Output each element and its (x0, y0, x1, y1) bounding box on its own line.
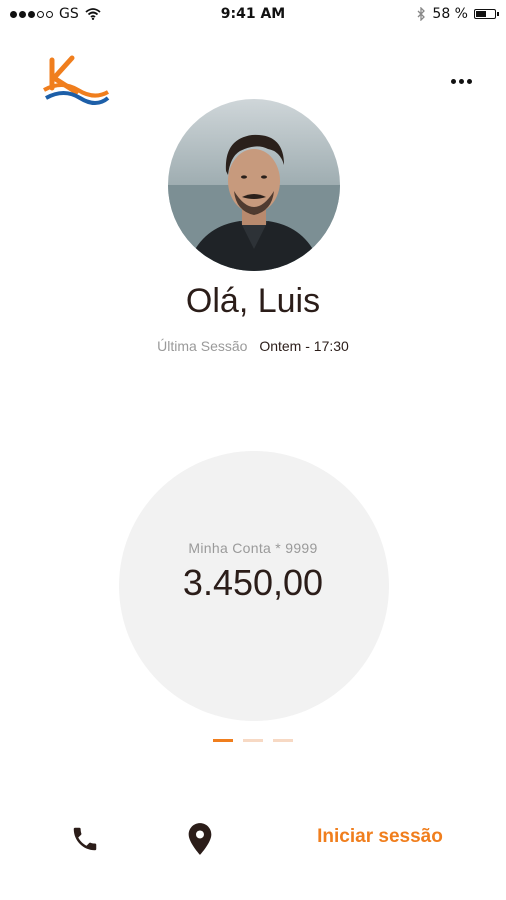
greeting-title: Olá, Luis (185, 282, 321, 320)
page-indicator (213, 739, 293, 742)
battery-percent: 58 % (432, 6, 468, 22)
status-bar: GS 9:41 AM 58 % (0, 0, 506, 30)
last-session-info: Última Sessão Ontem - 17:30 (0, 338, 506, 354)
status-right: 58 % (417, 6, 499, 22)
page-indicator-dot-1[interactable] (213, 739, 233, 742)
locations-button[interactable] (181, 820, 219, 858)
page-indicator-dot-2[interactable] (243, 739, 263, 742)
more-options-button[interactable] (446, 70, 476, 92)
more-horizontal-icon (450, 78, 456, 84)
bluetooth-icon (417, 7, 426, 21)
avatar (168, 99, 340, 271)
user-photo (168, 99, 340, 271)
call-button[interactable] (66, 820, 104, 858)
battery-icon (474, 9, 499, 19)
last-session-value: Ontem - 17:30 (259, 338, 349, 354)
location-pin-icon (188, 823, 212, 855)
login-button[interactable]: Iniciar sessão (300, 826, 460, 848)
account-label: Minha Conta * 9999 (188, 540, 318, 556)
account-balance: 3.450,00 (182, 562, 324, 603)
bank-logo (43, 55, 110, 105)
page-indicator-dot-3[interactable] (273, 739, 293, 742)
phone-icon (73, 827, 97, 851)
last-session-label: Última Sessão (157, 338, 248, 354)
